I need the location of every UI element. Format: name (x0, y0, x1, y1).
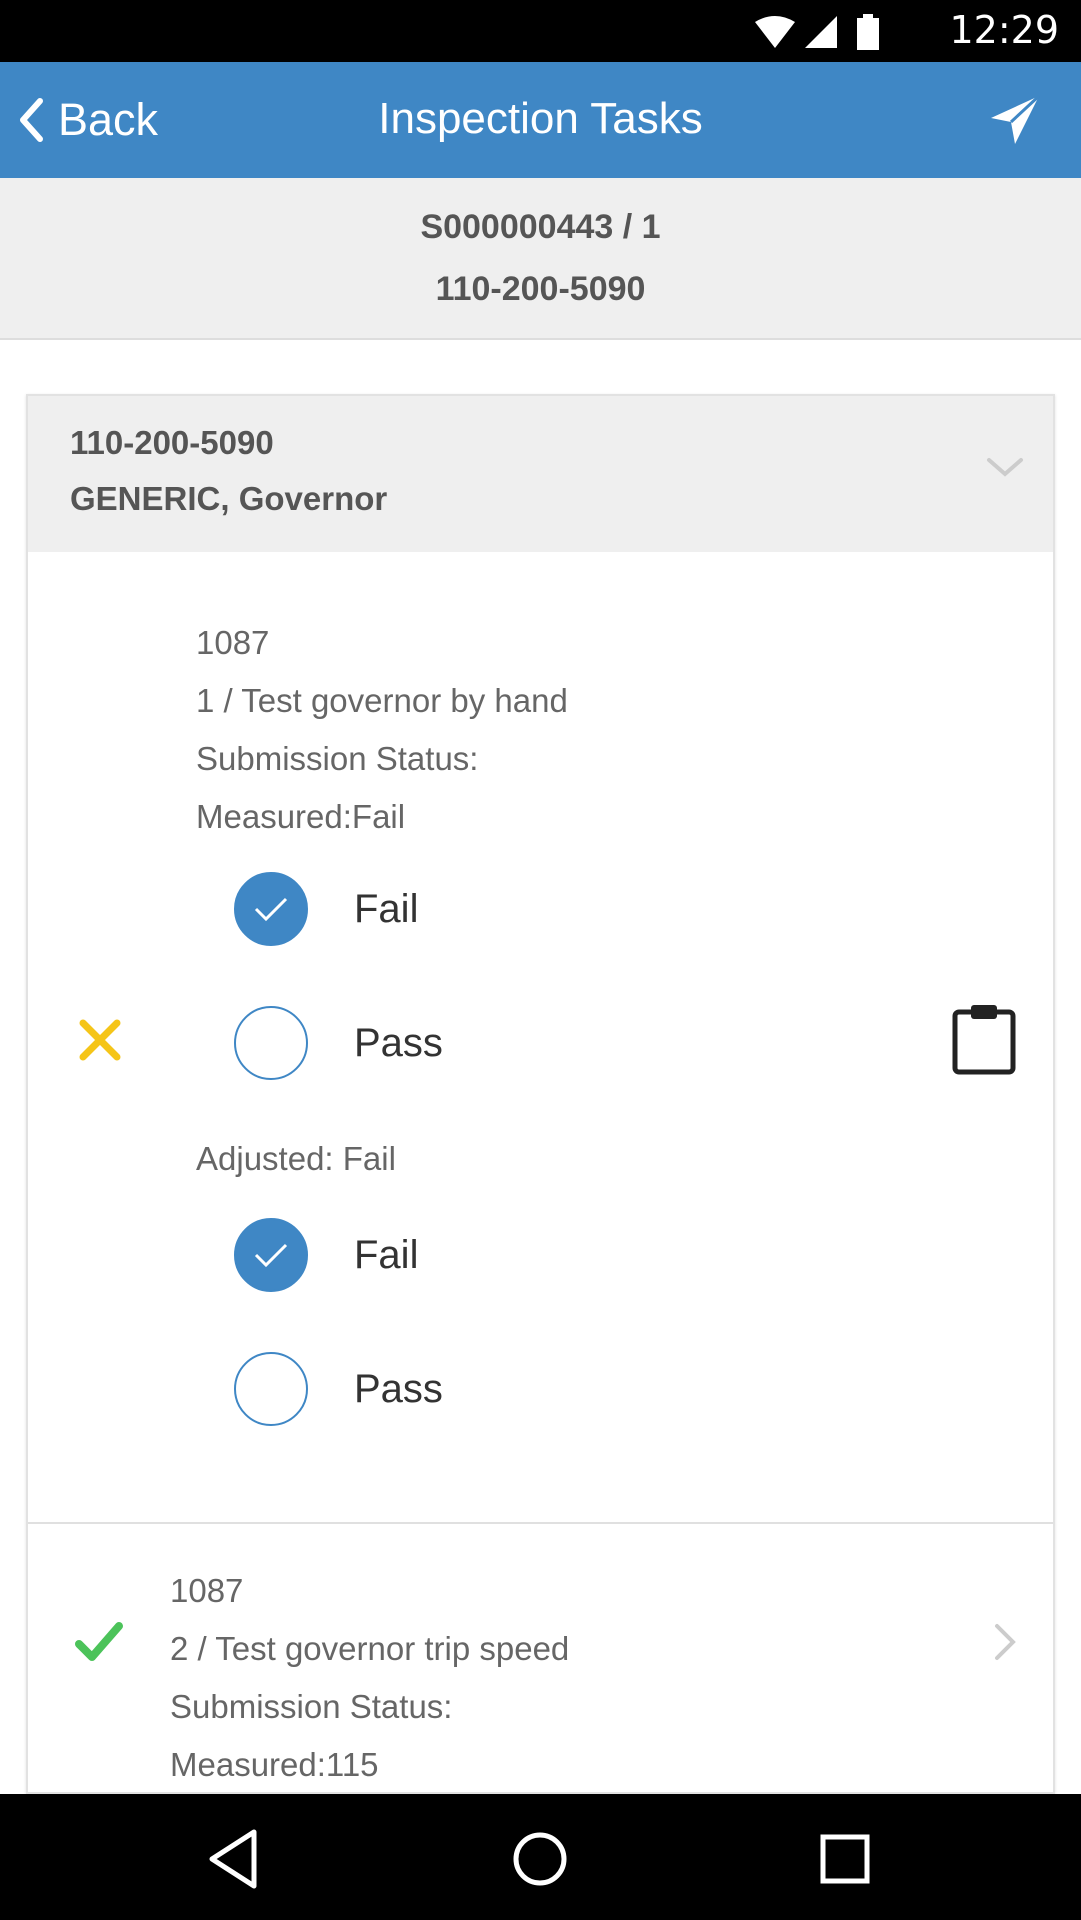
adjusted-pass-option[interactable]: Pass (234, 1352, 443, 1426)
checkmark-icon (254, 1243, 288, 1268)
send-icon[interactable] (987, 92, 1043, 148)
nav-home-icon[interactable] (505, 1824, 575, 1894)
clipboard-icon[interactable] (951, 1002, 1017, 1076)
system-nav-bar (0, 1794, 1081, 1920)
radio-unchecked[interactable] (234, 1352, 308, 1426)
radio-checked[interactable] (234, 1218, 308, 1292)
order-summary-header: S000000443 / 1 110-200-5090 (0, 178, 1081, 340)
option-label: Pass (354, 1020, 443, 1065)
chevron-down-icon (987, 458, 1023, 477)
checkmark-icon (254, 897, 288, 922)
measured-fail-option[interactable]: Fail (234, 872, 418, 946)
page-title: Inspection Tasks (378, 94, 703, 143)
task1-submission-status: Submission Status: (196, 740, 479, 777)
option-label: Pass (354, 1366, 443, 1411)
equipment-card-header[interactable]: 110-200-5090 GENERIC, Governor (28, 396, 1053, 552)
task1-name: 1 / Test governor by hand (196, 682, 568, 719)
task2-name: 2 / Test governor trip speed (170, 1630, 570, 1667)
task2-id: 1087 (170, 1572, 244, 1609)
order-number: S000000443 / 1 (420, 208, 661, 246)
equipment-card: 110-200-5090 GENERIC, Governor 1087 1 / … (26, 394, 1055, 1794)
task1-id: 1087 (196, 624, 270, 661)
nav-back-icon[interactable] (200, 1824, 270, 1894)
adjusted-fail-option[interactable]: Fail (234, 1218, 418, 1292)
equipment-description: GENERIC, Governor (70, 480, 388, 517)
signal-icons (755, 14, 879, 50)
task2-row[interactable]: 1087 2 / Test governor trip speed Submis… (28, 1524, 1053, 1796)
x-mark-icon (79, 1019, 121, 1061)
task1-measured-label: Measured:Fail (196, 798, 406, 835)
equipment-number: 110-200-5090 (435, 270, 646, 308)
task2-measured-label: Measured:115 (170, 1746, 379, 1783)
status-time: 12:29 (949, 8, 1059, 52)
app-bar: Back Inspection Tasks (0, 62, 1081, 178)
nav-recents-icon[interactable] (810, 1824, 880, 1894)
radio-checked[interactable] (234, 872, 308, 946)
measured-pass-option[interactable]: Pass (234, 1006, 443, 1080)
option-label: Fail (354, 1232, 419, 1277)
task1-adjusted-label: Adjusted: Fail (196, 1140, 396, 1177)
option-label: Fail (354, 886, 419, 931)
equipment-id: 110-200-5090 (70, 424, 274, 461)
task2-submission-status: Submission Status: (170, 1688, 453, 1725)
checkmark-icon (75, 1622, 123, 1661)
radio-unchecked[interactable] (234, 1006, 308, 1080)
chevron-right-icon (995, 1624, 1016, 1660)
status-bar: 12:29 (0, 0, 1081, 62)
